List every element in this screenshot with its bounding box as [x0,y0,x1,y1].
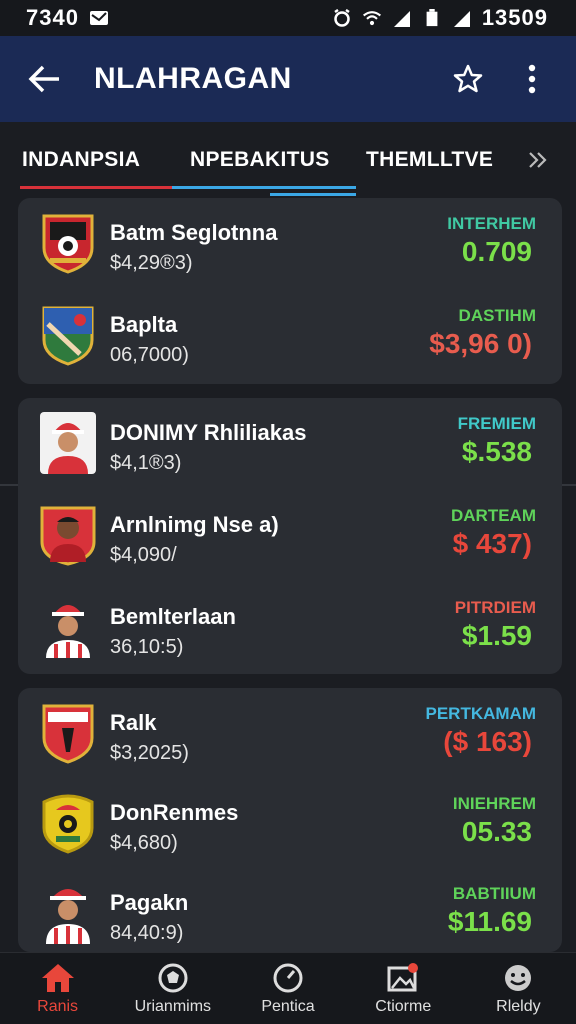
team-value: $4,090/ [110,544,177,566]
team-value: $4,29®3) [110,252,193,274]
status-clock: 13509 [481,5,548,30]
list-item[interactable]: Arnlnimg Nse a) $4,090/ DARTEAM $ 437) [18,490,562,580]
page-title: NLAHRAGAN [94,62,292,95]
club-crest-icon [42,214,94,274]
clock-icon [273,963,303,992]
player-avatar-icon [46,605,90,658]
tier-badge: PITRDIEM [454,598,536,617]
team-value: $3,2025) [110,742,189,764]
team-card: Ralk $3,2025) PERTKAMAM ($ 163) DonRenme… [18,688,562,952]
team-name: Ralk [110,710,157,735]
tabs-scroll-button[interactable] [518,122,558,198]
signal-icon-2 [453,11,470,27]
back-button[interactable] [24,59,64,99]
list-item[interactable]: DONIMY Rhliliakas $4,1®3) FREMIEM $.538 [18,398,562,488]
list-item[interactable]: Pagakn 84,40:9) BABTIIUM $11.69 [18,868,562,958]
club-crest-icon [42,794,94,854]
player-avatar-icon [40,506,96,566]
star-icon [453,64,483,93]
tier-badge: INIEHREM [452,794,536,813]
player-avatar-icon [46,889,90,944]
price-value: $3,96 0) [429,328,532,359]
home-icon [41,963,74,992]
smile-icon [505,964,532,991]
nav-item-predictions[interactable]: Pentica [230,953,345,1024]
nav-item-media[interactable]: Ctiorme [346,953,461,1024]
battery-icon [426,9,438,27]
club-crest-icon [42,306,94,366]
arrow-left-icon [28,65,59,93]
price-value: $ 437) [452,528,532,559]
list-item[interactable]: Ralk $3,2025) PERTKAMAM ($ 163) [18,688,562,778]
team-name: Arnlnimg Nse a) [110,512,279,537]
nav-label: Pentica [261,997,315,1015]
team-name: Pagakn [110,890,189,915]
nav-label: Urianmims [134,997,212,1015]
double-chevron-right-icon [529,152,547,168]
nav-item-home[interactable]: Ranis [0,953,115,1024]
team-value: 36,10:5) [110,636,184,658]
more-options-button[interactable] [512,59,552,99]
tier-badge: BABTIIUM [452,884,536,903]
team-card: Batm Seglotnna $4,29®3) INTERHEM 0.709 B… [18,198,562,384]
team-name: Baplta [110,312,178,337]
favorite-button[interactable] [448,59,488,99]
nav-label: Rleldy [496,997,541,1015]
player-avatar-icon [40,412,96,474]
list-item[interactable]: DonRenmes $4,680) INIEHREM 05.33 [18,778,562,868]
nav-item-profile[interactable]: Rleldy [461,953,576,1024]
team-value: 06,7000) [110,344,189,366]
price-value: 0.709 [461,236,532,267]
tab-indicator-secondary [172,186,356,189]
nav-label: Ctiorme [375,997,432,1015]
tier-badge: INTERHEM [447,214,536,233]
tier-badge: FREMIEM [457,414,536,433]
bottom-navigation: Ranis Urianmims Pentica Ctiorme Rleldy [0,952,576,1024]
mail-icon [89,11,108,25]
price-value: $.538 [461,436,532,467]
team-value: $4,680) [110,832,178,854]
nav-label: Ranis [37,997,79,1015]
price-value: ($ 163) [443,726,532,757]
price-value: $1.59 [461,620,532,651]
ball-icon [158,963,188,992]
tier-badge: PERTKAMAM [425,704,537,723]
team-name: DONIMY Rhliliakas [110,420,307,445]
club-crest-icon [42,704,94,764]
tier-badge: DASTIHM [458,306,536,325]
tab-third[interactable]: THEMLLTVE [366,122,518,198]
team-value: 84,40:9) [110,922,184,944]
list-item[interactable]: Bemlterlaan 36,10:5) PITRDIEM $1.59 [18,582,562,672]
list-item[interactable]: Batm Seglotnna $4,29®3) INTERHEM 0.709 [18,198,562,288]
tab-indicator-active [20,186,172,189]
tier-badge: DARTEAM [451,506,536,525]
signal-icon [393,11,410,27]
team-name: Batm Seglotnna [110,220,278,245]
team-name: DonRenmes [110,800,239,825]
price-value: $11.69 [447,906,532,937]
tab-indicator-secondary-2 [270,193,356,196]
wifi-icon [362,11,381,26]
status-bar: 7340 13509 [0,0,576,36]
team-card: DONIMY Rhliliakas $4,1®3) FREMIEM $.538 … [18,398,562,674]
alarm-icon [334,9,350,27]
list-item[interactable]: Baplta 06,7000) DASTIHM $3,96 0) [18,290,562,380]
more-vertical-icon [528,64,536,94]
team-name: Bemlterlaan [110,604,236,629]
team-value: $4,1®3) [110,452,182,474]
image-icon [387,962,419,991]
status-time: 7340 [26,5,79,30]
price-value: 05.33 [461,816,532,847]
nav-item-teams[interactable]: Urianmims [115,953,230,1024]
app-bar: NLAHRAGAN [0,36,576,122]
